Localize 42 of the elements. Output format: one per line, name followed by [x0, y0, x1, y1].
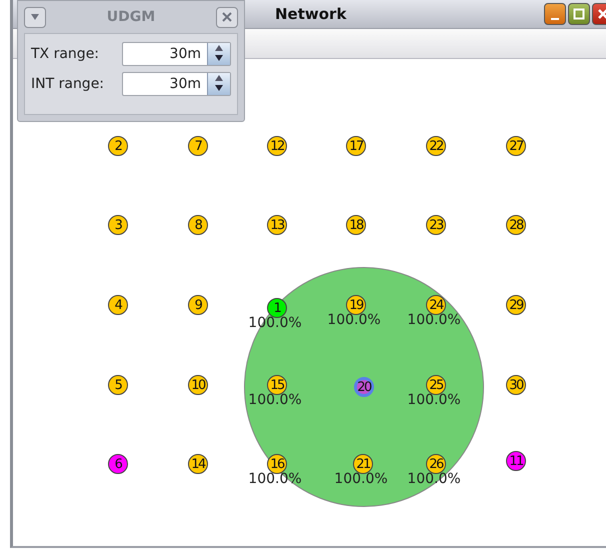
maximize-icon	[573, 8, 585, 20]
mote-node[interactable]: 5	[108, 375, 128, 395]
mote-node[interactable]: 1	[267, 298, 287, 318]
mote-node[interactable]: 7	[188, 136, 208, 156]
mote-node[interactable]: 30	[506, 375, 526, 395]
mote-node[interactable]: 3	[108, 215, 128, 235]
range-spinner[interactable]: 30m	[122, 72, 231, 96]
mote-node[interactable]: 14	[188, 454, 208, 474]
close-icon	[220, 11, 233, 23]
mote-node[interactable]: 22	[426, 136, 446, 156]
mote-node[interactable]: 10	[188, 375, 208, 395]
caret-icon	[30, 13, 40, 21]
maximize-button[interactable]	[568, 3, 590, 25]
mote-node[interactable]: 12	[267, 136, 287, 156]
reception-ratio: 100.0%	[248, 392, 302, 408]
reception-ratio: 100.0%	[407, 312, 461, 328]
mote-node[interactable]: 23	[426, 215, 446, 235]
mote-node[interactable]: 9	[188, 295, 208, 315]
window-title: Network	[275, 5, 346, 23]
mote-node[interactable]: 17	[346, 136, 366, 156]
mote-node[interactable]: 27	[506, 136, 526, 156]
dialog-title: UDGM	[106, 9, 156, 25]
field-label: TX range:	[31, 46, 100, 62]
mote-node[interactable]: 6	[108, 454, 128, 474]
field-label: INT range:	[31, 76, 104, 92]
reception-ratio: 100.0%	[327, 312, 381, 328]
minimize-icon	[551, 18, 559, 20]
range-spinner[interactable]: 30m	[122, 42, 231, 66]
mote-node[interactable]: 11	[506, 451, 526, 471]
reception-ratio: 100.0%	[407, 392, 461, 408]
mote-node[interactable]: 29	[506, 295, 526, 315]
collapse-button[interactable]	[24, 6, 46, 28]
mote-node[interactable]: 28	[506, 215, 526, 235]
mote-node[interactable]: 8	[188, 215, 208, 235]
mote-node[interactable]: 2	[108, 136, 128, 156]
mote-node[interactable]: 13	[267, 215, 287, 235]
mote-node[interactable]: 4	[108, 295, 128, 315]
reception-ratio: 100.0%	[334, 471, 388, 487]
mote-node[interactable]: 18	[346, 215, 366, 235]
minimize-button[interactable]	[544, 3, 566, 25]
close-button[interactable]	[216, 6, 238, 28]
close-icon	[597, 8, 606, 20]
